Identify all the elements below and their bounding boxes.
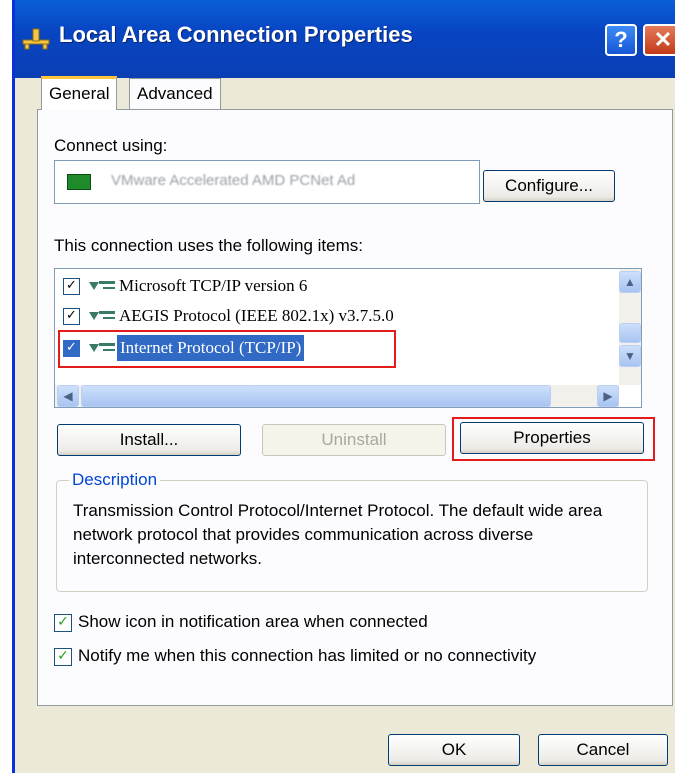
item-checkbox[interactable]: ✓ [63,308,80,325]
tab-general[interactable]: General [41,76,118,110]
network-card-icon [67,174,91,190]
cancel-button[interactable]: Cancel [538,734,668,766]
hscroll-thumb[interactable] [81,385,551,407]
horizontal-scrollbar[interactable]: ◀ ▶ [55,385,619,407]
adapter-name: VMware Accelerated AMD PCNet Ad [111,172,356,189]
install-button[interactable]: Install... [57,424,241,456]
scroll-left-button[interactable]: ◀ [57,385,79,407]
network-protocol-icon [89,311,115,320]
description-label: Description [69,470,161,490]
items-label: This connection uses the following items… [54,236,363,255]
scroll-down-button[interactable]: ▼ [619,345,641,367]
configure-button[interactable]: Configure... [483,170,615,202]
help-button[interactable]: ? [605,24,637,56]
show-icon-checkbox[interactable]: ✓ [54,614,72,632]
description-text: Transmission Control Protocol/Internet P… [73,501,603,568]
ok-button[interactable]: OK [388,734,520,766]
uninstall-label: Uninstall [321,430,387,449]
tab-advanced[interactable]: Advanced [129,78,221,110]
vertical-scrollbar[interactable]: ▲ ▼ [619,269,641,385]
item-label: Microsoft TCP/IP version 6 [119,276,308,295]
window-title: Local Area Connection Properties [59,22,413,47]
scroll-thumb[interactable] [619,323,641,343]
item-checkbox[interactable]: ✓ [63,278,80,295]
install-label: Install... [119,430,179,449]
adapter-field: VMware Accelerated AMD PCNet Ad [54,160,480,204]
connect-using-label: Connect using: [54,136,168,155]
uninstall-button: Uninstall [262,424,446,456]
highlight-box-properties [452,417,655,461]
notify-checkbox[interactable]: ✓ [54,648,72,666]
scroll-up-button[interactable]: ▲ [619,271,641,293]
close-button[interactable]: ✕ [643,24,675,56]
title-bar[interactable]: Local Area Connection Properties ? ✕ [15,0,675,78]
show-icon-label: Show icon in notification area when conn… [78,612,428,631]
scroll-right-button[interactable]: ▶ [597,385,619,407]
network-connection-icon [22,28,50,50]
highlight-box-tcpip [58,330,396,368]
description-group: Description Transmission Control Protoco… [56,470,648,592]
notify-label: Notify me when this connection has limit… [78,646,537,665]
network-protocol-icon [89,281,115,290]
item-label: AEGIS Protocol (IEEE 802.1x) v3.7.5.0 [119,306,394,325]
